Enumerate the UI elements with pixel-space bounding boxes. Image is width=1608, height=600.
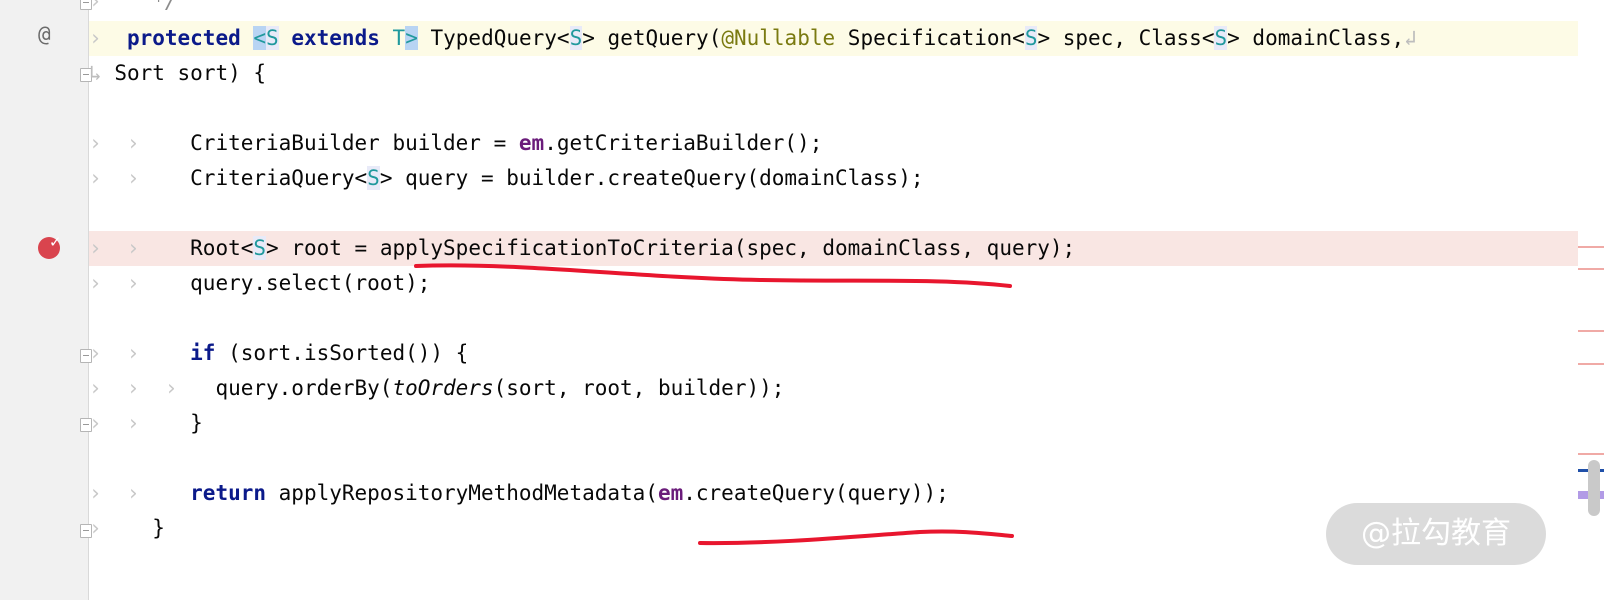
watermark: @拉勾教育: [1326, 503, 1546, 565]
type-param: T: [392, 26, 406, 50]
code-text: }: [190, 411, 203, 435]
code-line: › › }: [89, 411, 203, 435]
stripe-mark[interactable]: [1578, 363, 1604, 365]
override-marker-icon[interactable]: @: [38, 22, 51, 46]
code-text: }: [152, 516, 165, 540]
code-text: applyRepositoryMethodMetadata(: [266, 481, 658, 505]
annotation: @Nullable: [721, 26, 836, 50]
type-param-bracket: <: [253, 26, 267, 50]
code-text: Specification<: [847, 26, 1025, 50]
type-param: S: [1024, 26, 1038, 50]
code-line: › › CriteriaBuilder builder = em.getCrit…: [89, 131, 823, 155]
method-name: getQuery(: [607, 26, 722, 50]
code-text: > domainClass,: [1227, 26, 1405, 50]
stripe-mark[interactable]: [1578, 268, 1604, 270]
stripe-mark[interactable]: [1578, 246, 1604, 248]
soft-wrap-continue-icon: ↳: [89, 61, 102, 85]
code-text: >: [582, 26, 595, 50]
type-param: S: [266, 26, 279, 50]
code-text: (sort, root, builder));: [493, 376, 785, 400]
code-text: (sort.isSorted()) {: [215, 341, 469, 365]
breakpoint-check-icon: ✓: [49, 233, 62, 251]
code-line: › › if (sort.isSorted()) {: [89, 341, 469, 365]
keyword: return: [190, 481, 267, 505]
code-text: .getCriteriaBuilder();: [544, 131, 823, 155]
editor-gutter[interactable]: @ ✓: [0, 0, 92, 600]
code-text: .createQuery(query));: [683, 481, 949, 505]
code-text: CriteriaBuilder builder =: [190, 131, 519, 155]
keyword: protected: [126, 26, 241, 50]
stripe-mark[interactable]: [1578, 453, 1604, 455]
code-text: CriteriaQuery<: [190, 166, 368, 190]
code-line-breakpoint: › › Root<S> root = applySpecificationToC…: [89, 231, 1578, 266]
type-param-bracket: >: [405, 26, 418, 50]
code-text: Root<: [190, 236, 254, 260]
code-line-method-signature: › protected <S extends T> TypedQuery<S> …: [89, 21, 1578, 56]
code-text: > query = builder.createQuery(domainClas…: [379, 166, 924, 190]
code-line: › › CriteriaQuery<S> query = builder.cre…: [89, 166, 924, 190]
code-text: TypedQuery<: [430, 26, 570, 50]
type-param: S: [253, 236, 267, 260]
code-line: › › query.select(root);: [89, 271, 431, 295]
type-param: S: [367, 166, 380, 190]
code-text: query.orderBy(: [215, 376, 393, 400]
code-line: › */: [89, 0, 1578, 19]
scrollbar-thumb[interactable]: [1588, 460, 1600, 516]
stripe-mark[interactable]: [1578, 330, 1604, 332]
code-line: ↳ Sort sort) {: [89, 56, 1578, 91]
code-text: > spec, Class<: [1037, 26, 1215, 50]
code-line: › › › query.orderBy(toOrders(sort, root,…: [89, 376, 785, 400]
keyword: extends: [291, 26, 380, 50]
code-text: > root = applySpecificationToCriteria(sp…: [266, 236, 1076, 260]
keyword: if: [190, 341, 216, 365]
field-ref: em: [518, 131, 545, 155]
error-stripe[interactable]: [1578, 0, 1608, 600]
field-ref: em: [657, 481, 684, 505]
code-text: Sort sort) {: [114, 61, 267, 85]
type-param: S: [1214, 26, 1228, 50]
type-param: S: [569, 26, 583, 50]
static-method-ref: toOrders: [392, 376, 494, 400]
soft-wrap-icon: ↲: [1404, 26, 1417, 50]
code-text: query.select(root);: [190, 271, 431, 295]
comment-text: */: [152, 0, 178, 13]
